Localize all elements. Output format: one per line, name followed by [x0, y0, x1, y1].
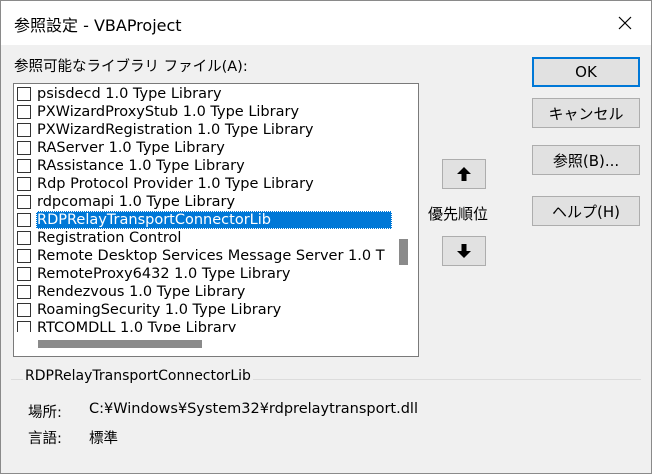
- reference-item[interactable]: Remote Desktop Services Message Server 1…: [14, 247, 392, 265]
- references-dialog: 参照設定 - VBAProject 参照可能なライブラリ ファイル(A): ps…: [0, 0, 652, 474]
- browse-button[interactable]: 参照(B)...: [532, 145, 640, 175]
- cancel-button[interactable]: キャンセル: [532, 98, 640, 128]
- reference-item-label: RAssistance 1.0 Type Library: [37, 158, 245, 174]
- reference-item-label: rdpcomapi 1.0 Type Library: [37, 194, 236, 210]
- title-bar: 参照設定 - VBAProject: [1, 1, 651, 45]
- language-label: 言語:: [28, 431, 62, 447]
- help-button[interactable]: ヘルプ(H): [532, 196, 640, 226]
- available-references-label: 参照可能なライブラリ ファイル(A):: [14, 59, 248, 75]
- close-button[interactable]: [599, 1, 651, 45]
- reference-item[interactable]: rdpcomapi 1.0 Type Library: [14, 193, 392, 211]
- reference-item-label: RTCOMDLL 1.0 Type Library: [37, 320, 237, 332]
- location-value: C:¥Windows¥System32¥rdprelaytransport.dl…: [89, 401, 418, 417]
- reference-item-label: Rdp Protocol Provider 1.0 Type Library: [37, 176, 314, 192]
- reference-checkbox[interactable]: [17, 123, 31, 137]
- reference-item-label: PXWizardRegistration 1.0 Type Library: [37, 122, 314, 138]
- reference-item[interactable]: RDPRelayTransportConnectorLib: [14, 211, 392, 229]
- scrollbar-corner: [394, 334, 416, 354]
- reference-item[interactable]: PXWizardProxyStub 1.0 Type Library: [14, 103, 392, 121]
- reference-checkbox[interactable]: [17, 195, 31, 209]
- priority-label: 優先順位: [428, 205, 489, 223]
- reference-item[interactable]: RAssistance 1.0 Type Library: [14, 157, 392, 175]
- vertical-scroll-thumb[interactable]: [399, 239, 408, 265]
- reference-item[interactable]: PXWizardRegistration 1.0 Type Library: [14, 121, 392, 139]
- references-list-rows: psisdecd 1.0 Type Library PXWizardProxySt…: [14, 84, 392, 332]
- reference-checkbox[interactable]: [17, 87, 31, 101]
- reference-item[interactable]: Rdp Protocol Provider 1.0 Type Library: [14, 175, 392, 193]
- reference-item-label: Registration Control: [37, 230, 182, 246]
- reference-item-label: Remote Desktop Services Message Server 1…: [37, 248, 385, 264]
- reference-checkbox[interactable]: [17, 285, 31, 299]
- arrow-down-icon: [457, 244, 471, 258]
- reference-item-label: RDPRelayTransportConnectorLib: [36, 211, 392, 229]
- vertical-scrollbar[interactable]: [394, 84, 416, 332]
- window-title: 参照設定 - VBAProject: [14, 16, 182, 35]
- reference-item[interactable]: RTCOMDLL 1.0 Type Library: [14, 319, 392, 332]
- reference-item-label: PXWizardProxyStub 1.0 Type Library: [37, 104, 300, 120]
- reference-item[interactable]: psisdecd 1.0 Type Library: [14, 85, 392, 103]
- reference-details-title: RDPRelayTransportConnectorLib: [23, 368, 253, 384]
- reference-checkbox[interactable]: [17, 213, 31, 227]
- reference-checkbox[interactable]: [17, 159, 31, 173]
- arrow-up-icon: [457, 167, 471, 181]
- reference-checkbox[interactable]: [17, 177, 31, 191]
- reference-item[interactable]: Rendezvous 1.0 Type Library: [14, 283, 392, 301]
- references-list[interactable]: psisdecd 1.0 Type Library PXWizardProxySt…: [13, 83, 419, 357]
- reference-checkbox[interactable]: [17, 303, 31, 317]
- reference-checkbox[interactable]: [17, 105, 31, 119]
- language-value: 標準: [89, 431, 118, 447]
- horizontal-scrollbar[interactable]: [14, 334, 394, 354]
- move-up-button[interactable]: [442, 159, 486, 189]
- location-label: 場所:: [28, 405, 62, 421]
- reference-details-group: [11, 379, 641, 464]
- reference-item-label: RAServer 1.0 Type Library: [37, 140, 225, 156]
- reference-item[interactable]: RAServer 1.0 Type Library: [14, 139, 392, 157]
- reference-item-label: Rendezvous 1.0 Type Library: [37, 284, 246, 300]
- horizontal-scroll-thumb[interactable]: [38, 340, 202, 348]
- reference-checkbox[interactable]: [17, 249, 31, 263]
- reference-item-label: psisdecd 1.0 Type Library: [37, 86, 222, 102]
- reference-item[interactable]: RemoteProxy6432 1.0 Type Library: [14, 265, 392, 283]
- reference-checkbox[interactable]: [17, 141, 31, 155]
- reference-checkbox[interactable]: [17, 267, 31, 281]
- reference-checkbox[interactable]: [17, 231, 31, 245]
- ok-button[interactable]: OK: [532, 57, 640, 87]
- reference-checkbox[interactable]: [17, 321, 31, 332]
- reference-item-label: RoamingSecurity 1.0 Type Library: [37, 302, 282, 318]
- reference-item-label: RemoteProxy6432 1.0 Type Library: [37, 266, 291, 282]
- reference-item[interactable]: Registration Control: [14, 229, 392, 247]
- close-icon: [618, 16, 632, 30]
- move-down-button[interactable]: [442, 236, 486, 266]
- reference-item[interactable]: RoamingSecurity 1.0 Type Library: [14, 301, 392, 319]
